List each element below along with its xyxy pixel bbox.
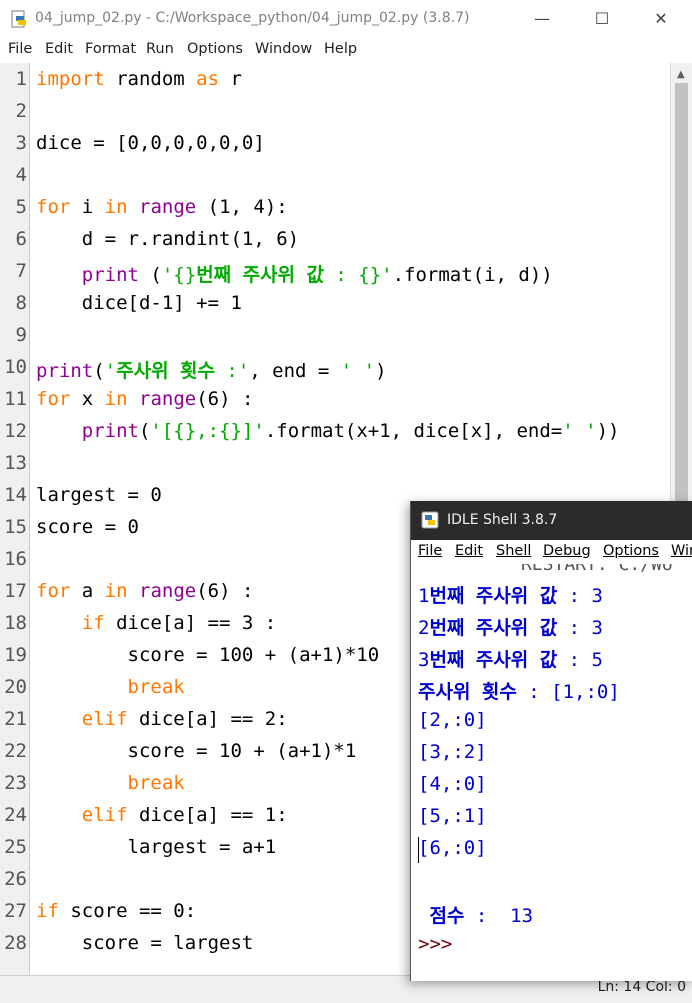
shell-menu-shell[interactable]: Shell	[496, 543, 531, 559]
menu-edit[interactable]: Edit	[45, 41, 73, 57]
code-line: if score == 0:	[36, 900, 197, 922]
python-file-icon	[11, 10, 26, 28]
output-line: 2번째 주사위 값 : 3	[418, 617, 603, 639]
line-number: 12	[4, 420, 27, 442]
code-line: print ('{}번째 주사위 값 : {}'.format(i, d))	[81, 264, 553, 286]
shell-title: IDLE Shell 3.8.7	[447, 512, 558, 528]
line-number: 22	[4, 740, 27, 762]
line-number: 20	[4, 676, 27, 698]
python-shell-icon	[421, 511, 439, 529]
code-line: for x in range(6) :	[36, 388, 254, 410]
line-number: 23	[4, 772, 27, 794]
scroll-up-icon[interactable]: ▲	[677, 69, 685, 80]
shell-title-bar: IDLE Shell 3.8.7	[411, 501, 692, 540]
code-line: dice = [0,0,0,0,0,0]	[36, 132, 265, 154]
editor-title-bar: 04_jump_02.py - C:/Workspace_python/04_j…	[0, 0, 692, 38]
line-number: 2	[15, 100, 27, 122]
menu-options[interactable]: Options	[187, 41, 243, 57]
output-line: 1번째 주사위 값 : 3	[418, 585, 603, 607]
menu-run[interactable]: Run	[146, 41, 174, 57]
restart-banner: RESTART: C:/Wo	[521, 564, 673, 575]
output-line: 점수 : 13	[429, 905, 534, 927]
line-number: 3	[15, 132, 27, 154]
code-line: d = r.randint(1, 6)	[36, 228, 300, 250]
menu-file[interactable]: File	[8, 41, 32, 57]
output-line: [5,:1]	[418, 805, 487, 827]
output-line: [2,:0]	[418, 709, 487, 731]
shell-menu-debug[interactable]: Debug	[543, 543, 591, 559]
code-line: score = 0	[36, 516, 139, 538]
line-number: 15	[4, 516, 27, 538]
code-line: print('주사위 횟수 :', end = ' ')	[36, 360, 387, 382]
cursor-position: Ln: 14 Col: 0	[597, 979, 686, 995]
menu-window[interactable]: Window	[255, 41, 312, 57]
line-number: 19	[4, 644, 27, 666]
editor-menu-bar: File Edit Format Run Options Window Help	[0, 38, 692, 62]
line-number: 7	[15, 260, 27, 282]
line-number: 24	[4, 804, 27, 826]
code-line: elif dice[a] == 2:	[81, 708, 288, 730]
line-number: 8	[15, 292, 27, 314]
line-number: 26	[4, 868, 27, 890]
line-number: 17	[4, 580, 27, 602]
line-number: 6	[15, 228, 27, 250]
shell-menu-options[interactable]: Options	[603, 543, 659, 559]
code-line: largest = 0	[36, 484, 162, 506]
output-line: [6,:0]	[418, 837, 487, 859]
code-line: elif dice[a] == 1:	[81, 804, 288, 826]
line-number: 28	[4, 932, 27, 954]
code-line: dice[d-1] += 1	[36, 292, 242, 314]
shell-menu-file[interactable]: File	[418, 543, 442, 559]
shell-menu-edit[interactable]: Edit	[455, 543, 483, 559]
minimize-icon[interactable]: —	[528, 6, 556, 32]
output-line: [4,:0]	[418, 773, 487, 795]
code-line: break	[127, 772, 185, 794]
line-number: 16	[4, 548, 27, 570]
code-line: for i in range (1, 4):	[36, 196, 288, 218]
shell-prompt[interactable]: >>>	[418, 933, 452, 955]
shell-menu-window[interactable]: Win	[671, 543, 692, 559]
code-line: if dice[a] == 3 :	[81, 612, 277, 634]
line-number: 9	[15, 324, 27, 346]
code-line: score = largest	[36, 932, 254, 954]
code-line: for a in range(6) :	[36, 580, 254, 602]
shell-output[interactable]: RESTART: C:/Wo 1번째 주사위 값 : 3 2번째 주사위 값 :…	[411, 564, 692, 981]
line-number: 10	[4, 356, 27, 378]
text-cursor	[418, 837, 419, 863]
code-line: score = 10 + (a+1)*1	[36, 740, 357, 762]
line-number: 1	[15, 68, 27, 90]
line-number: 21	[4, 708, 27, 730]
shell-menu-bar: File Edit Shell Debug Options Win	[411, 540, 692, 564]
window-title: 04_jump_02.py - C:/Workspace_python/04_j…	[35, 10, 470, 26]
code-line: import random as r	[36, 68, 242, 90]
line-number: 14	[4, 484, 27, 506]
code-line: break	[127, 676, 185, 698]
line-number-gutter: 1 2 3 4 5 6 7 8 9 10 11 12 13 14 15 16 1…	[0, 63, 30, 975]
menu-help[interactable]: Help	[324, 41, 357, 57]
line-number: 18	[4, 612, 27, 634]
menu-format[interactable]: Format	[85, 41, 136, 57]
output-line: 3번째 주사위 값 : 5	[418, 649, 603, 671]
line-number: 11	[4, 388, 27, 410]
close-icon[interactable]: ✕	[647, 6, 675, 32]
code-line: print('[{},:{}]'.format(x+1, dice[x], en…	[81, 420, 620, 442]
line-number: 5	[15, 196, 27, 218]
line-number: 4	[15, 164, 27, 186]
line-number: 27	[4, 900, 27, 922]
output-line: [3,:2]	[418, 741, 487, 763]
shell-window: IDLE Shell 3.8.7 File Edit Shell Debug O…	[410, 501, 692, 981]
line-number: 13	[4, 452, 27, 474]
line-number: 25	[4, 836, 27, 858]
code-line: largest = a+1	[36, 836, 277, 858]
code-line: score = 100 + (a+1)*10	[36, 644, 380, 666]
output-line: 주사위 횟수 : [1,:0]	[418, 681, 620, 703]
maximize-icon[interactable]: ☐	[588, 6, 616, 32]
